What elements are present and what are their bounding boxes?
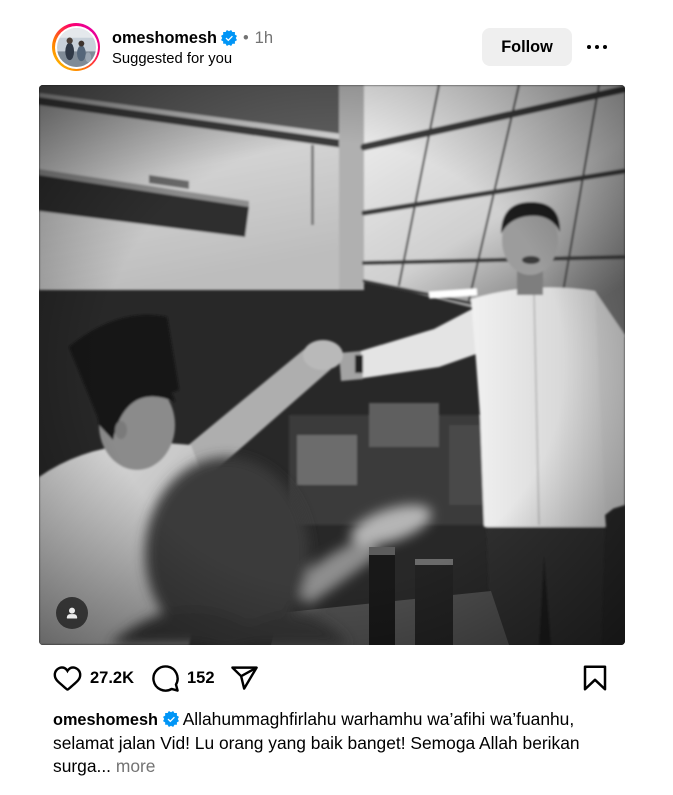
- share-icon: [231, 666, 258, 690]
- user-tag-button[interactable]: [56, 597, 88, 629]
- comment-icon: [152, 665, 179, 692]
- post-timestamp[interactable]: 1h: [255, 28, 273, 48]
- author-username[interactable]: omeshomesh: [112, 28, 217, 48]
- avatar-story-ring: [54, 25, 98, 69]
- follow-button[interactable]: Follow: [482, 28, 572, 66]
- verified-badge-icon: [220, 30, 237, 46]
- caption-username[interactable]: omeshomesh: [53, 711, 158, 729]
- bookmark-icon: [583, 665, 607, 691]
- heart-icon: [53, 666, 82, 691]
- post-photo: [39, 85, 625, 645]
- time-separator: •: [242, 29, 249, 47]
- user-tag-icon: [66, 607, 78, 619]
- more-options-icon: [587, 45, 607, 49]
- post-image[interactable]: [39, 85, 625, 645]
- avatar[interactable]: [52, 23, 100, 71]
- post-author-line: omeshomesh • 1h: [112, 28, 273, 48]
- caption-more-link[interactable]: more: [116, 756, 156, 776]
- avatar-photo: [56, 27, 96, 67]
- suggested-label: Suggested for you: [112, 51, 233, 67]
- more-options-button[interactable]: [581, 31, 613, 63]
- verified-badge-icon: [162, 711, 179, 727]
- save-button[interactable]: [580, 663, 610, 693]
- likes-count[interactable]: 27.2K: [90, 668, 134, 688]
- like-button[interactable]: [53, 664, 82, 693]
- share-button[interactable]: [230, 664, 259, 693]
- caption-verified-badge: [162, 711, 179, 727]
- post-caption: omeshomesh Allahummaghfirlahu warhamhu w…: [53, 708, 620, 778]
- comments-count[interactable]: 152: [187, 668, 215, 688]
- comment-button[interactable]: [151, 664, 180, 693]
